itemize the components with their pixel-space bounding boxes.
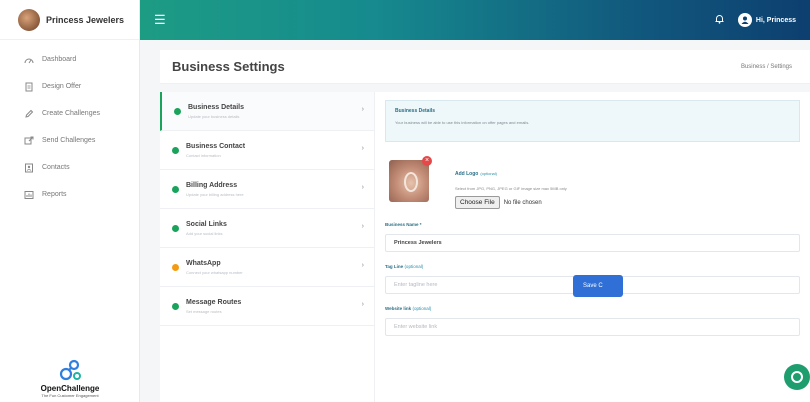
save-button[interactable]: Save C (573, 275, 623, 297)
logo-tagline: The Fun Customer Engagement (41, 393, 99, 398)
chevron-right-icon: › (361, 223, 364, 230)
sidebar-item-send-challenges[interactable]: Send Challenges (0, 127, 139, 154)
chevron-right-icon: › (361, 145, 364, 152)
settings-tabs: Business Details Update your business det… (160, 92, 375, 402)
website-label: Website link (optional) (385, 306, 432, 311)
status-dot-icon (174, 107, 181, 115)
tab-business-details[interactable]: Business Details Update your business det… (160, 92, 374, 131)
tab-subtitle: Update your billing address here (186, 191, 244, 197)
status-dot-icon (172, 302, 179, 310)
openchallenge-logo: OpenChallenge The Fun Customer Engagemen… (0, 358, 140, 398)
logo-upload: Add Logo (optional) Select from JPG, PNG,… (455, 162, 567, 209)
logo-label: Add Logo (optional) (455, 171, 498, 177)
logo-upload-row: × Add Logo (optional) Select from JPG, PN… (385, 156, 800, 210)
app: Princess Jewelers Dashboard Design Offer… (0, 0, 810, 402)
business-details-form: Business Details Your business will be a… (385, 100, 800, 336)
sidebar-item-label: Dashboard (42, 56, 77, 63)
sidebar-item-design-offer[interactable]: Design Offer (0, 73, 139, 100)
chevron-right-icon: › (361, 262, 364, 269)
sidebar-item-create-challenges[interactable]: Create Challenges (0, 100, 139, 127)
page-header: Business Settings Business / Settings (160, 50, 810, 84)
logo-file-input: Choose File No file chosen (455, 196, 567, 209)
tab-social-links[interactable]: Social Links Add your social links › (160, 209, 374, 248)
business-name-field: Business Name * (385, 222, 800, 252)
tab-subtitle: Update your business details (188, 113, 240, 119)
bell-icon[interactable] (715, 14, 724, 27)
choose-file-button[interactable]: Choose File (455, 196, 500, 209)
sidebar: Princess Jewelers Dashboard Design Offer… (0, 0, 140, 402)
send-icon (24, 136, 34, 146)
contacts-icon (24, 163, 34, 173)
ring-graphic (404, 172, 418, 192)
brand-avatar (18, 8, 40, 31)
tab-subtitle: Connect your whatsapp number (186, 269, 243, 275)
remove-logo-icon[interactable]: × (422, 156, 432, 166)
tab-label: Social Links (186, 220, 227, 228)
tab-label: Message Routes (186, 298, 242, 306)
settings-panel: Business Details Update your business det… (160, 92, 810, 402)
chat-bubble-icon (791, 371, 803, 383)
chevron-right-icon: › (361, 106, 364, 113)
topbar: ☰ Hi, Princess (140, 0, 810, 40)
sidebar-item-label: Contacts (42, 164, 70, 171)
notice-title: Business Details (395, 108, 436, 114)
tagline-label: Tag Line (optional) (385, 264, 424, 269)
logo-name: OpenChallenge (40, 384, 100, 393)
user-avatar-icon[interactable] (737, 13, 752, 27)
notice-text: Your business will be able to use this i… (395, 120, 530, 125)
topbar-right: Hi, Princess (715, 13, 796, 27)
dashboard-icon (24, 55, 34, 65)
logo-hint: Select from JPG, PNG, JPEG or GIF image … (455, 186, 567, 191)
tab-label: WhatsApp (186, 259, 221, 267)
status-dot-icon (172, 146, 179, 154)
sidebar-item-contacts[interactable]: Contacts (0, 154, 139, 181)
tab-billing-address[interactable]: Billing Address Update your billing addre… (160, 170, 374, 209)
document-icon (24, 82, 34, 92)
user-greeting[interactable]: Hi, Princess (756, 17, 796, 24)
chevron-right-icon: › (361, 301, 364, 308)
chat-widget-button[interactable] (784, 364, 810, 390)
tab-label: Business Contact (186, 142, 246, 150)
page-title: Business Settings (172, 59, 285, 74)
sidebar-item-label: Send Challenges (42, 137, 96, 144)
business-name-label: Business Name * (385, 222, 422, 227)
sidebar-item-label: Create Challenges (42, 110, 100, 117)
sidebar-nav: Dashboard Design Offer Create Challenges… (0, 40, 139, 208)
brand[interactable]: Princess Jewelers (0, 0, 139, 40)
tab-subtitle: Set message routes (186, 308, 222, 314)
brand-name: Princess Jewelers (46, 14, 125, 25)
tab-subtitle: Add your social links (186, 230, 223, 236)
business-name-input[interactable] (385, 234, 800, 252)
tab-label: Billing Address (186, 181, 238, 189)
openchallenge-logo-mark (59, 359, 81, 381)
edit-icon (24, 109, 34, 119)
chevron-right-icon: › (361, 184, 364, 191)
logo-preview-image (389, 160, 429, 202)
tab-label: Business Details (188, 103, 245, 111)
website-input[interactable] (385, 318, 800, 336)
status-dot-icon (172, 263, 179, 271)
tab-message-routes[interactable]: Message Routes Set message routes › (160, 287, 374, 326)
tab-business-contact[interactable]: Business Contact Contact information › (160, 131, 374, 170)
sidebar-item-reports[interactable]: Reports (0, 181, 139, 208)
reports-icon (24, 190, 34, 200)
sidebar-item-label: Design Offer (42, 83, 82, 90)
breadcrumb[interactable]: Business / Settings (741, 64, 792, 70)
website-field: Website link (optional) (385, 306, 800, 336)
sidebar-item-label: Reports (42, 191, 67, 198)
menu-toggle-icon[interactable]: ☰ (154, 12, 166, 28)
status-dot-icon (172, 224, 179, 232)
info-notice: Business Details Your business will be a… (385, 100, 800, 142)
file-status-text: No file chosen (503, 199, 542, 206)
sidebar-item-dashboard[interactable]: Dashboard (0, 46, 139, 73)
status-dot-icon (172, 185, 179, 193)
tab-subtitle: Contact information (186, 152, 221, 158)
tab-whatsapp[interactable]: WhatsApp Connect your whatsapp number › (160, 248, 374, 287)
